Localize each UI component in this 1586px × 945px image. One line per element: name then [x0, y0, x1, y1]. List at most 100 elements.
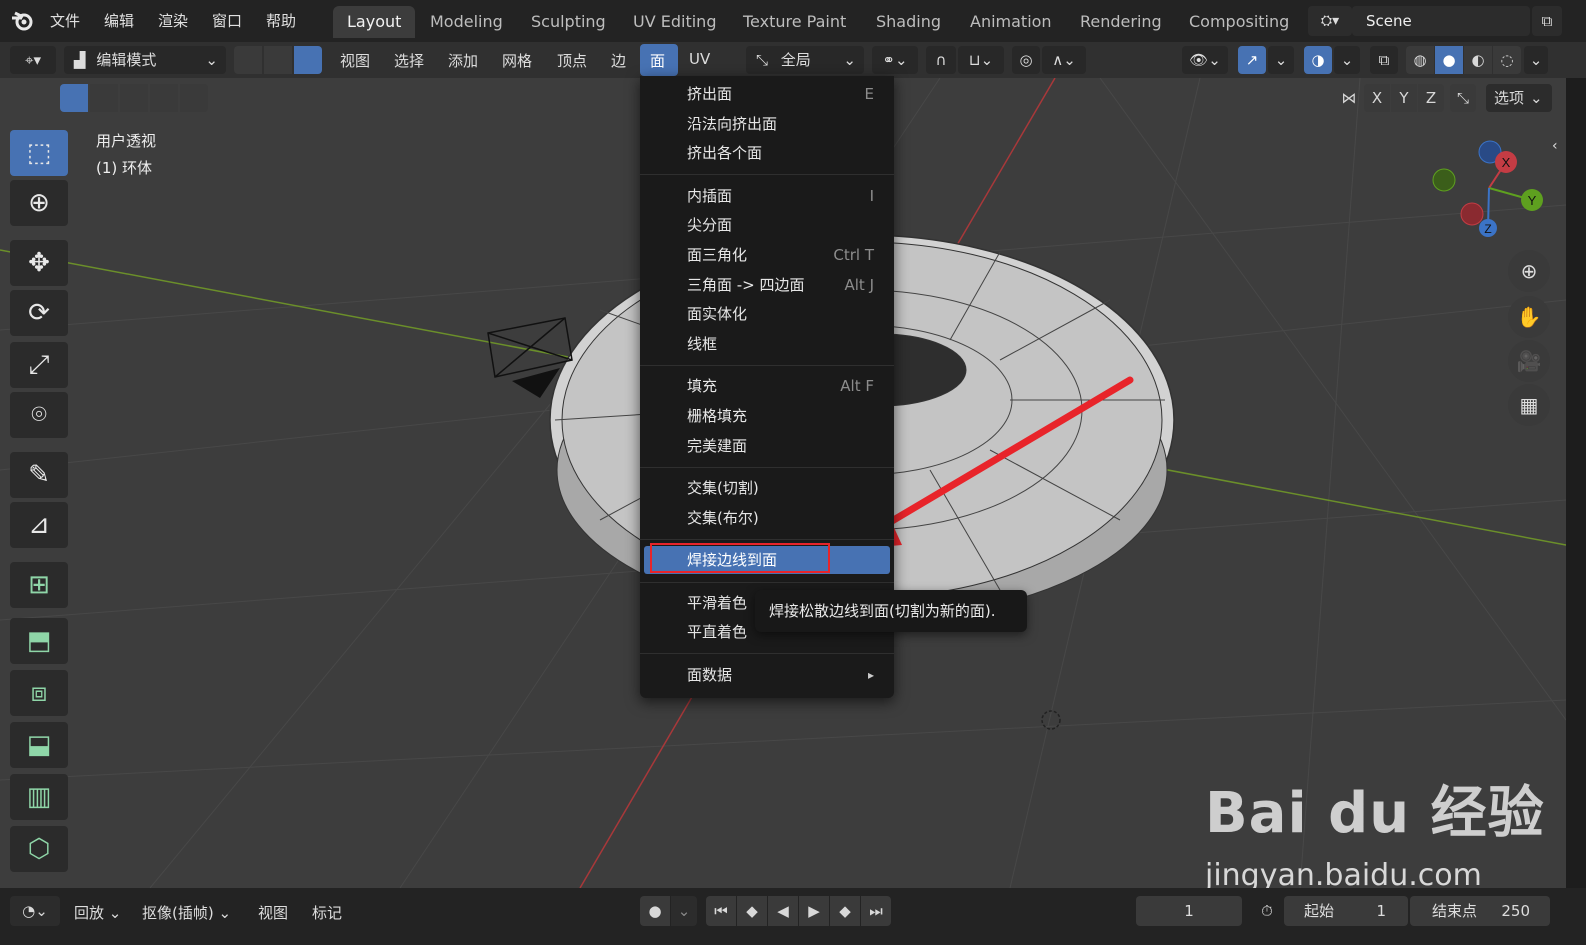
- menu-view[interactable]: 视图: [340, 50, 370, 71]
- bevel-tool[interactable]: ⬓: [10, 722, 68, 768]
- overlay-toggle[interactable]: ◑: [1304, 46, 1332, 74]
- scale-tool[interactable]: ⤢: [10, 342, 68, 388]
- knife-tool[interactable]: ⬡: [10, 826, 68, 872]
- start-frame-field[interactable]: 起始 1: [1284, 896, 1408, 926]
- end-frame-field[interactable]: 结束点 250: [1410, 896, 1550, 926]
- tab-layout[interactable]: Layout: [333, 6, 416, 38]
- menu-item-intersect-knife[interactable]: 交集(切割): [687, 473, 759, 503]
- menu-item-fill[interactable]: 填充: [687, 371, 717, 401]
- menu-window[interactable]: 窗口: [212, 10, 242, 31]
- current-frame-field[interactable]: 1: [1136, 896, 1242, 926]
- menu-item-inset-faces[interactable]: 内插面: [687, 181, 732, 211]
- camera-view-button[interactable]: 🎥: [1508, 340, 1550, 382]
- vertex-select-icon[interactable]: [234, 46, 262, 74]
- select-extend-icon[interactable]: [90, 84, 118, 112]
- extrude-tool[interactable]: ⬒: [10, 618, 68, 664]
- timeline-editor-type-button[interactable]: ◔⌄: [10, 896, 60, 926]
- menu-item-extrude-individual[interactable]: 挤出各个面: [687, 138, 762, 168]
- menu-select[interactable]: 选择: [394, 50, 424, 71]
- gizmo-dropdown[interactable]: ⌄: [1268, 46, 1294, 74]
- scene-name-field[interactable]: Scene: [1352, 6, 1530, 36]
- play-reverse-icon[interactable]: ◀: [768, 896, 798, 926]
- menu-item-grid-fill[interactable]: 栅格填充: [687, 401, 747, 431]
- tab-uv-editing[interactable]: UV Editing: [619, 6, 730, 38]
- select-new-icon[interactable]: [60, 84, 88, 112]
- xray-toggle[interactable]: ⧉: [1370, 46, 1398, 74]
- menu-edit[interactable]: 编辑: [104, 10, 134, 31]
- wireframe-shading-icon[interactable]: ◍: [1406, 46, 1434, 74]
- tab-texture-paint[interactable]: Texture Paint: [729, 6, 860, 38]
- select-intersect-icon[interactable]: [180, 84, 208, 112]
- menu-edge[interactable]: 边: [611, 50, 626, 71]
- play-icon[interactable]: ▶: [799, 896, 829, 926]
- menu-item-poke-faces[interactable]: 尖分面: [687, 210, 732, 240]
- pan-view-button[interactable]: ✋: [1508, 296, 1550, 338]
- material-shading-icon[interactable]: ◐: [1464, 46, 1492, 74]
- snap-toggle[interactable]: ∩: [926, 46, 956, 74]
- face-select-icon[interactable]: [294, 46, 322, 74]
- menu-help[interactable]: 帮助: [266, 10, 296, 31]
- options-dropdown[interactable]: 选项 ⌄: [1486, 84, 1552, 112]
- menu-item-weld-edges-into-faces[interactable]: 焊接边线到面: [687, 545, 777, 575]
- menu-item-wireframe[interactable]: 线框: [687, 329, 717, 359]
- axis-z-toggle[interactable]: Z: [1418, 84, 1444, 112]
- menu-item-intersect-boolean[interactable]: 交集(布尔): [687, 503, 759, 533]
- menu-vertex[interactable]: 顶点: [557, 50, 587, 71]
- menu-item-shade-smooth[interactable]: 平滑着色: [687, 588, 747, 618]
- prev-keyframe-icon[interactable]: ◆: [737, 896, 767, 926]
- select-subtract-icon[interactable]: [120, 84, 148, 112]
- new-scene-icon[interactable]: ⧉: [1532, 6, 1562, 36]
- record-button[interactable]: ●: [640, 896, 670, 926]
- gizmo-toggle[interactable]: ↗: [1238, 46, 1266, 74]
- shading-dropdown[interactable]: ⌄: [1524, 46, 1548, 74]
- menu-item-shade-flat[interactable]: 平直着色: [687, 617, 747, 647]
- menu-uv[interactable]: UV: [689, 50, 710, 68]
- navigation-gizmo[interactable]: X Y Z: [1424, 136, 1554, 246]
- keying-set-dropdown[interactable]: ⌄: [671, 896, 697, 926]
- menu-item-triangulate[interactable]: 面三角化: [687, 240, 747, 270]
- menu-item-solidify[interactable]: 面实体化: [687, 299, 747, 329]
- jump-end-icon[interactable]: ⏭: [861, 896, 891, 926]
- menu-mesh[interactable]: 网格: [502, 50, 532, 71]
- measure-tool[interactable]: ⊿: [10, 502, 68, 548]
- inset-tool[interactable]: ⧈: [10, 670, 68, 716]
- visibility-button[interactable]: 👁⌄: [1182, 46, 1228, 74]
- mode-selector[interactable]: ▟ 编辑模式 ⌄: [64, 46, 226, 74]
- select-invert-icon[interactable]: [150, 84, 178, 112]
- menu-file[interactable]: 文件: [50, 10, 80, 31]
- ortho-toggle-button[interactable]: ▦: [1508, 384, 1550, 426]
- scene-selector-button[interactable]: ⛭▾: [1308, 6, 1352, 36]
- mirror-icon[interactable]: ⋈: [1336, 84, 1362, 112]
- select-box-tool[interactable]: ⬚: [10, 130, 68, 176]
- snap-target-button[interactable]: ⊔⌄: [958, 46, 1004, 74]
- overlay-dropdown[interactable]: ⌄: [1334, 46, 1360, 74]
- axis-x-toggle[interactable]: X: [1364, 84, 1390, 112]
- jump-start-icon[interactable]: ⏮: [706, 896, 736, 926]
- transform-orientation-dropdown[interactable]: ⤡ 全局 ⌄: [746, 46, 864, 74]
- rotate-tool[interactable]: ⟳: [10, 290, 68, 336]
- tab-modeling[interactable]: Modeling: [416, 6, 517, 38]
- menu-face[interactable]: 面: [650, 50, 665, 71]
- timeline-menu-marker[interactable]: 标记: [312, 902, 342, 923]
- menu-item-face-data[interactable]: 面数据: [687, 660, 732, 690]
- tab-shading[interactable]: Shading: [862, 6, 955, 38]
- move-tool[interactable]: ✥: [10, 240, 68, 286]
- playback-dropdown[interactable]: 回放 ⌄: [74, 902, 121, 923]
- menu-render[interactable]: 渲染: [158, 10, 188, 31]
- transform-tool[interactable]: ⌾: [10, 392, 68, 438]
- menu-item-tris-to-quads[interactable]: 三角面 -> 四边面: [687, 270, 805, 300]
- tab-animation[interactable]: Animation: [956, 6, 1066, 38]
- edge-select-icon[interactable]: [264, 46, 292, 74]
- solid-shading-icon[interactable]: ●: [1435, 46, 1463, 74]
- falloff-button[interactable]: ∧⌄: [1042, 46, 1086, 74]
- zoom-view-button[interactable]: ⊕: [1508, 250, 1550, 292]
- menu-item-extrude-along-normals[interactable]: 沿法向挤出面: [687, 109, 777, 139]
- proportional-edit-toggle[interactable]: ◎: [1012, 46, 1040, 74]
- tab-rendering[interactable]: Rendering: [1066, 6, 1176, 38]
- menu-item-extrude-faces[interactable]: 挤出面: [687, 79, 732, 109]
- add-cube-tool[interactable]: ⊞: [10, 562, 68, 608]
- menu-item-beautify-faces[interactable]: 完美建面: [687, 431, 747, 461]
- blender-logo-icon[interactable]: [10, 8, 36, 34]
- sidebar-toggle-icon[interactable]: ‹: [1552, 138, 1566, 158]
- loop-cut-tool[interactable]: ▥: [10, 774, 68, 820]
